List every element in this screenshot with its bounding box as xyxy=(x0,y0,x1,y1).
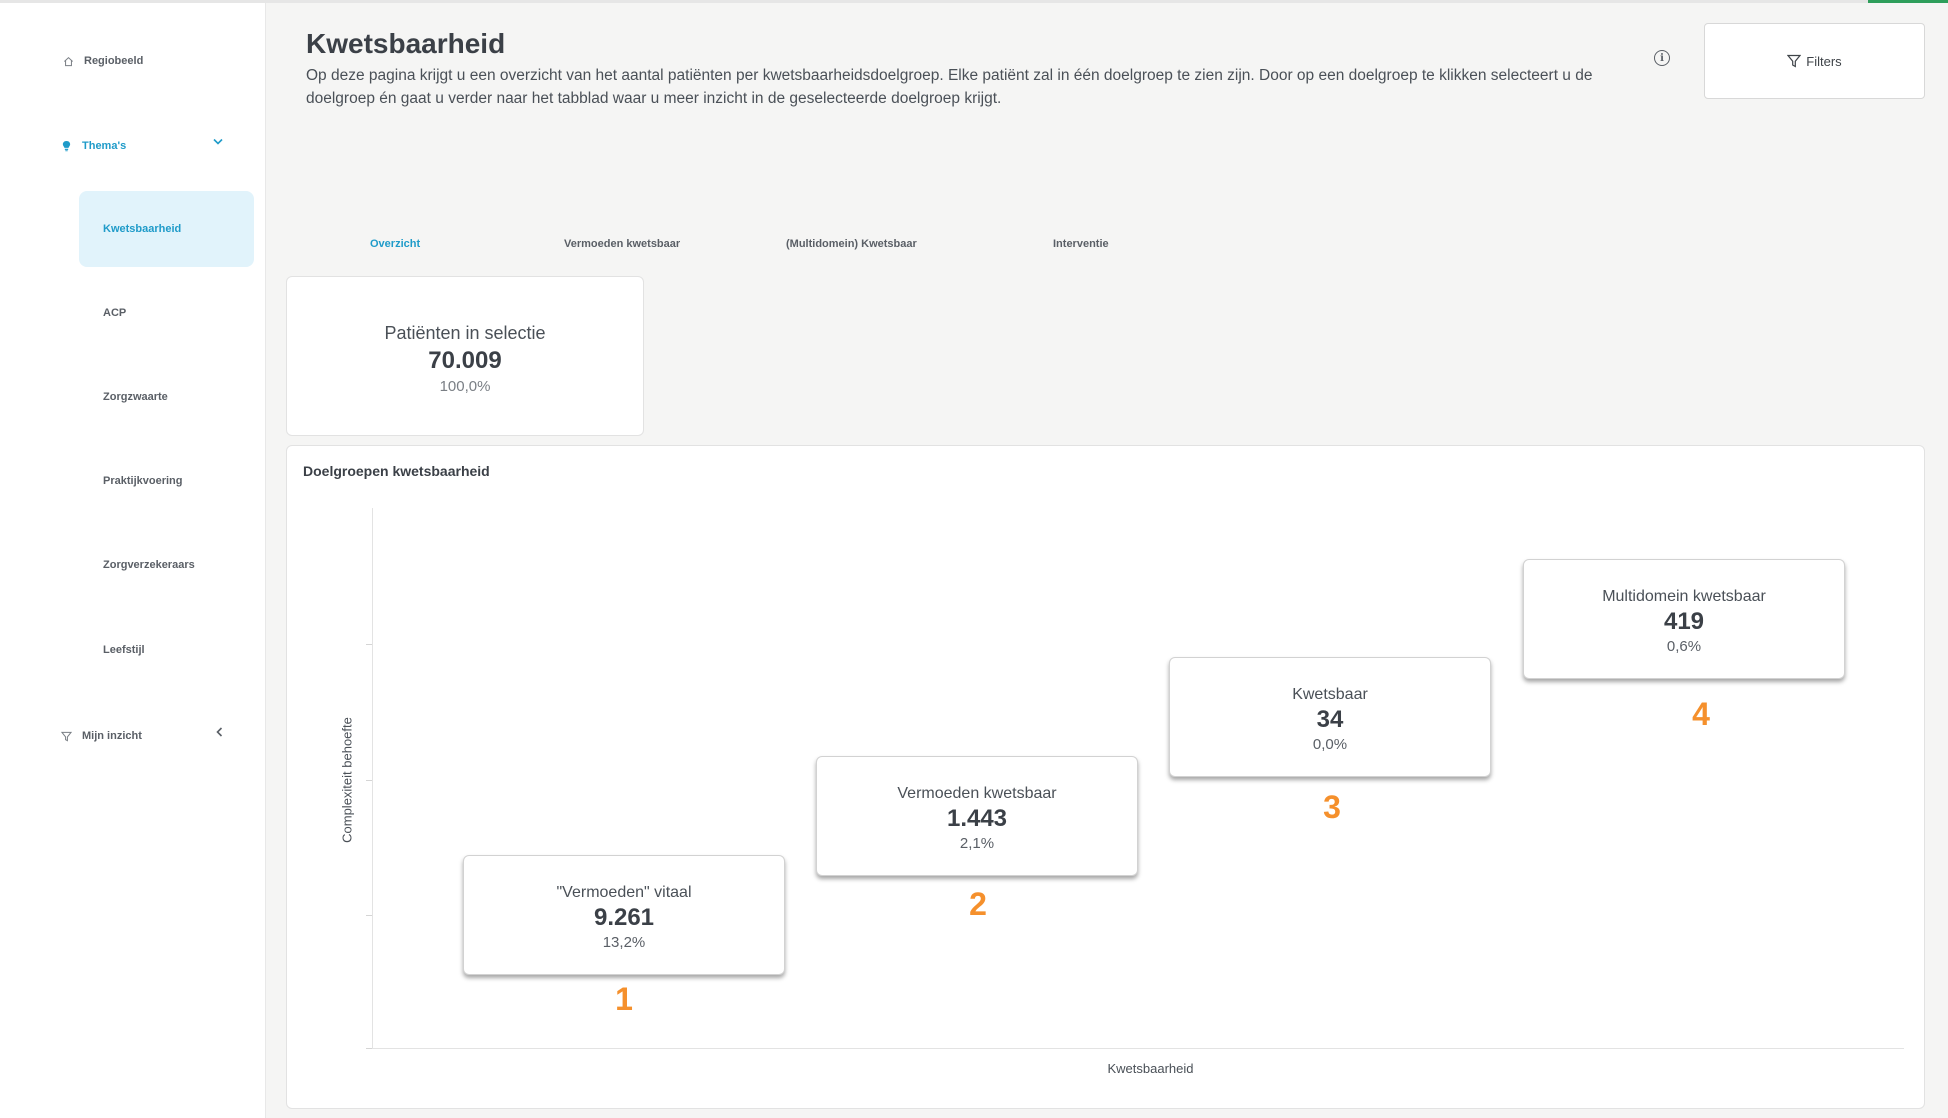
y-tick xyxy=(366,780,372,781)
sidebar-item-label: Kwetsbaarheid xyxy=(103,223,182,235)
chart-title: Doelgroepen kwetsbaarheid xyxy=(303,463,490,479)
sidebar-item-zorgzwaarte[interactable]: Zorgzwaarte xyxy=(79,359,254,435)
y-tick xyxy=(366,1048,372,1049)
sidebar-item-zorgverzekeraars[interactable]: Zorgverzekeraars xyxy=(79,527,254,603)
chevron-down-icon[interactable] xyxy=(213,134,223,148)
group-label: "Vermoeden" vitaal xyxy=(556,884,692,901)
group-value: 34 xyxy=(1316,706,1344,733)
sidebar-item-themas[interactable]: Thema's xyxy=(60,140,126,152)
sidebar: Regiobeeld Thema's Kwetsbaarheid ACP Zor… xyxy=(0,3,266,1118)
sidebar-item-label: Zorgzwaarte xyxy=(103,391,168,403)
sidebar-item-label: Zorgverzekeraars xyxy=(103,559,195,571)
group-number: 1 xyxy=(615,981,633,1017)
group-value: 9.261 xyxy=(593,904,655,931)
group-percent: 13,2% xyxy=(602,934,646,951)
group-number: 3 xyxy=(1323,789,1341,825)
tab-interventie[interactable]: Interventie xyxy=(1053,238,1109,250)
sidebar-item-mijn-inzicht[interactable]: Mijn inzicht xyxy=(60,730,142,742)
group-card-vermoeden-vitaal[interactable]: "Vermoeden" vitaal 9.261 13,2% xyxy=(463,855,785,975)
group-percent: 0,0% xyxy=(1312,736,1348,753)
group-card-multidomein-kwetsbaar[interactable]: Multidomein kwetsbaar 419 0,6% xyxy=(1523,559,1845,679)
page-title: Kwetsbaarheid xyxy=(306,28,506,59)
filter-icon xyxy=(60,730,72,742)
sidebar-item-label: Praktijkvoering xyxy=(103,475,183,487)
y-axis xyxy=(372,508,373,1048)
tab-multidomein-kwetsbaar[interactable]: (Multidomein) Kwetsbaar xyxy=(786,238,917,250)
y-tick xyxy=(366,915,372,916)
page-description: Op deze pagina krijgt u een overzicht va… xyxy=(306,67,1593,107)
sidebar-item-label: Leefstijl xyxy=(103,644,145,656)
y-axis-label: Complexiteit behoefte xyxy=(339,717,355,843)
sidebar-item-label: ACP xyxy=(103,307,127,319)
summary-value: 70.009 xyxy=(428,347,502,374)
chevron-left-icon[interactable] xyxy=(216,726,223,740)
top-border xyxy=(0,0,1948,3)
group-number: 2 xyxy=(969,886,987,922)
sidebar-item-acp[interactable]: ACP xyxy=(79,275,254,351)
x-axis xyxy=(372,1048,1904,1049)
group-value: 419 xyxy=(1663,608,1705,635)
sidebar-item-label: Regiobeeld xyxy=(84,55,144,67)
top-border-accent xyxy=(1868,0,1948,3)
tab-overzicht[interactable]: Overzicht xyxy=(370,238,420,250)
filters-label: Filters xyxy=(1806,53,1842,69)
y-tick xyxy=(366,644,372,645)
group-value: 1.443 xyxy=(946,805,1008,832)
filters-button[interactable]: Filters xyxy=(1704,23,1925,99)
lightbulb-icon xyxy=(60,140,72,152)
group-percent: 0,6% xyxy=(1666,638,1702,655)
group-label: Vermoeden kwetsbaar xyxy=(897,785,1057,802)
group-percent: 2,1% xyxy=(959,835,995,852)
group-number: 4 xyxy=(1692,696,1710,732)
group-card-vermoeden-kwetsbaar[interactable]: Vermoeden kwetsbaar 1.443 2,1% xyxy=(816,756,1138,876)
tab-vermoeden-kwetsbaar[interactable]: Vermoeden kwetsbaar xyxy=(564,238,680,250)
info-icon[interactable]: i xyxy=(1654,50,1670,66)
sidebar-item-label: Thema's xyxy=(82,140,127,152)
summary-card: Patiënten in selectie 70.009 100,0% xyxy=(286,276,644,436)
filter-icon xyxy=(1787,54,1802,68)
sidebar-item-label: Mijn inzicht xyxy=(82,730,142,742)
group-label: Multidomein kwetsbaar xyxy=(1602,588,1766,605)
chart-panel: Doelgroepen kwetsbaarheid Complexiteit b… xyxy=(286,445,1925,1109)
sidebar-item-regiobeeld[interactable]: Regiobeeld xyxy=(62,55,143,67)
x-axis-label: Kwetsbaarheid xyxy=(1107,1061,1194,1076)
home-icon xyxy=(62,55,74,67)
group-label: Kwetsbaar xyxy=(1292,686,1368,703)
summary-percent: 100,0% xyxy=(439,378,491,395)
sidebar-item-praktijkvoering[interactable]: Praktijkvoering xyxy=(79,443,254,519)
group-card-kwetsbaar[interactable]: Kwetsbaar 34 0,0% xyxy=(1169,657,1491,777)
sidebar-item-leefstijl[interactable]: Leefstijl xyxy=(79,612,254,688)
summary-label: Patiënten in selectie xyxy=(384,323,546,343)
sidebar-item-kwetsbaarheid[interactable]: Kwetsbaarheid xyxy=(79,191,254,267)
